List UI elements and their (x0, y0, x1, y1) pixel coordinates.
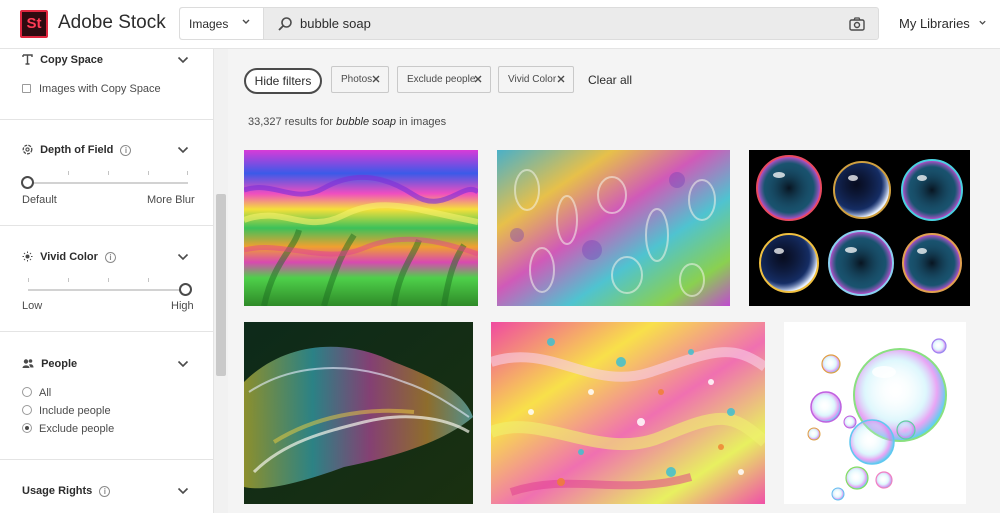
slider-tick (148, 171, 149, 175)
chevron-down-icon[interactable] (177, 253, 189, 261)
divider (0, 225, 213, 226)
filter-chip-label: Photos (341, 74, 373, 85)
radio-button-selected[interactable] (22, 423, 32, 433)
slider-tick (187, 171, 188, 175)
copy-space-checkbox[interactable]: Images with Copy Space (22, 83, 161, 95)
image-result-1[interactable] (244, 150, 478, 306)
people-option-label: Include people (39, 405, 111, 417)
people-radio-include[interactable]: Include people (22, 405, 111, 417)
chevron-down-icon[interactable] (177, 146, 189, 154)
copy-space-option-label: Images with Copy Space (39, 83, 161, 95)
radio-button[interactable] (22, 387, 32, 397)
hide-filters-button[interactable]: Hide filters (244, 68, 322, 94)
search-scope-label: Images (189, 17, 229, 31)
people-option-label: All (39, 387, 52, 399)
slider-tick (68, 171, 69, 175)
close-icon[interactable] (474, 75, 482, 83)
divider (0, 331, 213, 332)
image-result-6[interactable] (784, 322, 966, 504)
camera-icon[interactable] (849, 17, 865, 31)
chevron-down-icon[interactable] (177, 360, 189, 368)
checkbox[interactable] (22, 84, 31, 93)
slider-tick (68, 278, 69, 282)
iridescent-film-image (497, 150, 730, 306)
slider-tick (108, 171, 109, 175)
slider-tick (28, 278, 29, 282)
chevron-down-icon (242, 19, 250, 24)
brand-name[interactable]: Adobe Stock (58, 12, 166, 34)
people-radio-all[interactable]: All (22, 387, 51, 399)
slider-tick (108, 278, 109, 282)
search-bar: Images bubble soap (179, 7, 879, 40)
copy-space-title: Copy Space (40, 54, 104, 66)
depth-of-field-min-label: Default (22, 194, 57, 206)
vivid-color-min-label: Low (22, 300, 43, 312)
adobe-stock-logo[interactable]: St (20, 10, 48, 38)
divider (0, 119, 213, 120)
six-bubbles-image (749, 150, 970, 306)
my-libraries-menu[interactable]: My Libraries (899, 16, 987, 31)
close-icon[interactable] (557, 75, 565, 83)
depth-of-field-title: Depth of Field (40, 144, 114, 156)
filter-sidebar: Copy Space Images with Copy Space Depth … (0, 49, 228, 513)
vivid-color-title: Vivid Color (40, 251, 98, 263)
results-count: 33,327 (248, 116, 282, 128)
copy-space-section-header[interactable]: Copy Space (22, 54, 103, 66)
rainbow-swirl-image (244, 150, 478, 306)
people-title: People (41, 358, 78, 370)
chevron-down-icon (979, 20, 987, 25)
vivid-color-max-label: High (171, 300, 194, 312)
flying-bubble-image (244, 322, 473, 504)
usage-rights-title: Usage Rights (22, 485, 93, 497)
info-icon[interactable]: i (105, 252, 116, 263)
aperture-icon (22, 144, 33, 155)
divider (0, 459, 213, 460)
people-option-label: Exclude people (39, 423, 115, 435)
people-section-header[interactable]: People (22, 358, 77, 370)
usage-rights-section-header[interactable]: Usage Rights i (22, 485, 111, 497)
search-scope-dropdown[interactable]: Images (180, 8, 264, 39)
bubble-cluster-image (784, 322, 966, 504)
depth-of-field-slider-thumb[interactable] (21, 176, 34, 189)
close-icon[interactable] (372, 75, 380, 83)
search-icon (278, 17, 292, 31)
results-text: in images (399, 116, 447, 128)
text-t-icon (22, 54, 33, 65)
filter-chip-vivid-color[interactable]: Vivid Color (498, 66, 574, 93)
vivid-color-section-header[interactable]: Vivid Color i (22, 251, 116, 263)
results-summary: 33,327 results for bubble soap in images (248, 116, 446, 128)
slider-tick (148, 278, 149, 282)
image-result-4[interactable] (244, 322, 473, 504)
depth-of-field-slider[interactable] (28, 182, 188, 184)
filter-chip-exclude-people[interactable]: Exclude people (397, 66, 491, 93)
info-icon[interactable]: i (120, 145, 132, 156)
chevron-down-icon[interactable] (177, 56, 189, 64)
info-icon[interactable]: i (99, 486, 111, 497)
vivid-color-slider-thumb[interactable] (179, 283, 192, 296)
my-libraries-label: My Libraries (899, 16, 970, 31)
filter-chip-label: Vivid Color (508, 74, 557, 85)
filter-chip-label: Exclude people (407, 74, 476, 85)
depth-of-field-max-label: More Blur (147, 194, 195, 206)
vivid-color-slider[interactable] (28, 289, 188, 291)
depth-of-field-section-header[interactable]: Depth of Field i (22, 144, 132, 156)
radio-button[interactable] (22, 405, 32, 415)
sun-icon (22, 251, 33, 262)
clear-all-link[interactable]: Clear all (588, 73, 632, 87)
top-bar: St Adobe Stock Images bubble soap My Lib… (0, 0, 1000, 49)
fluid-texture-image (491, 322, 765, 504)
filter-panel: Copy Space Images with Copy Space Depth … (0, 49, 213, 513)
chevron-down-icon[interactable] (177, 487, 189, 495)
people-radio-exclude[interactable]: Exclude people (22, 423, 114, 435)
search-input[interactable]: bubble soap (300, 16, 371, 31)
people-icon (22, 359, 34, 368)
results-query: bubble soap (336, 116, 397, 128)
sidebar-scrollbar-thumb[interactable] (216, 194, 226, 376)
filter-chip-photos[interactable]: Photos (331, 66, 389, 93)
image-result-2[interactable] (497, 150, 730, 306)
image-result-3[interactable] (749, 150, 970, 306)
results-text: results for (284, 116, 334, 128)
image-result-5[interactable] (491, 322, 765, 504)
